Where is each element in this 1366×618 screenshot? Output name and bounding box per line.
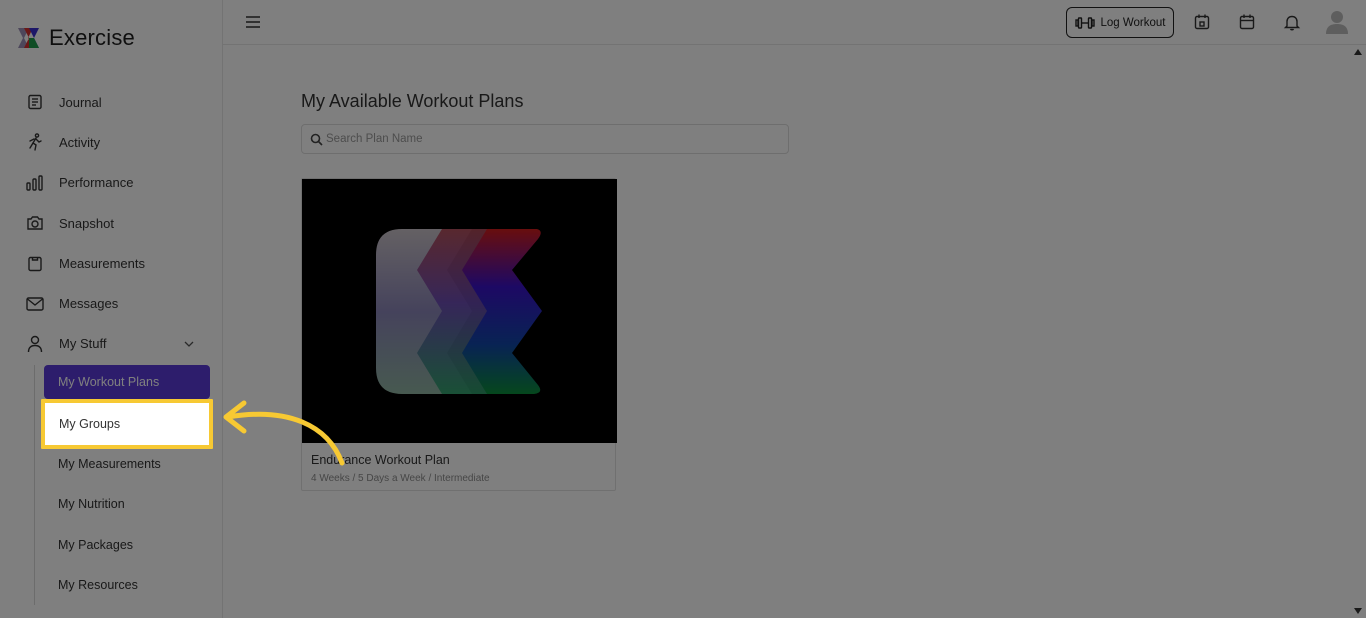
main-content: My Available Workout Plans Search Plan N…: [224, 46, 1366, 618]
search-input[interactable]: [326, 129, 776, 149]
sidebar-nav: Journal Activity Performance Snapshot Me…: [0, 82, 223, 364]
search-icon: [310, 133, 323, 146]
sidebar-subitem-my-measurements[interactable]: My Measurements: [44, 447, 210, 481]
page-title: My Available Workout Plans: [301, 91, 524, 111]
scroll-up-arrow-icon[interactable]: [1353, 48, 1363, 56]
sidebar-subitem-my-packages[interactable]: My Packages: [44, 528, 210, 562]
plan-image: [302, 179, 617, 443]
sidebar-subitem-label: My Workout Plans: [58, 375, 160, 389]
search-box: [301, 124, 789, 154]
brand-name: Exercise: [49, 25, 135, 50]
topbar: Log Workout: [223, 0, 1366, 45]
sidebar-item-snapshot[interactable]: Snapshot: [0, 203, 223, 243]
log-workout-button[interactable]: Log Workout: [1066, 7, 1174, 38]
clipboard-icon: [26, 254, 44, 272]
sidebar-subitem-label: My Nutrition: [58, 497, 125, 511]
sidebar-subitem-my-resources[interactable]: My Resources: [44, 568, 210, 602]
sidebar-item-journal[interactable]: Journal: [0, 82, 223, 122]
sidebar-subitem-label: My Groups: [59, 417, 121, 431]
camera-icon: [26, 214, 44, 232]
sidebar-subitem-my-nutrition[interactable]: My Nutrition: [44, 487, 210, 521]
sidebar-item-measurements[interactable]: Measurements: [0, 243, 223, 283]
sidebar-item-label: My Stuff: [59, 336, 107, 352]
avatar-icon[interactable]: [1326, 10, 1348, 34]
chevron-down-icon[interactable]: [183, 338, 195, 350]
sidebar-item-label: Journal: [59, 94, 102, 110]
scroll-down-arrow-icon[interactable]: [1353, 607, 1363, 615]
submenu-guide-line: [34, 365, 35, 605]
bell-icon[interactable]: [1283, 13, 1301, 31]
dumbbell-icon: [1074, 16, 1095, 29]
sidebar-item-my-stuff[interactable]: My Stuff: [0, 324, 223, 364]
exercise-logo-icon: [376, 229, 542, 394]
sidebar-item-label: Activity: [59, 134, 101, 150]
envelope-icon: [26, 295, 44, 313]
workout-plan-card[interactable]: Endurance Workout Plan 4 Weeks / 5 Days …: [301, 178, 617, 491]
log-workout-label: Log Workout: [1100, 16, 1166, 29]
sidebar-item-messages[interactable]: Messages: [0, 283, 223, 323]
running-person-icon: [26, 133, 44, 152]
sidebar-item-label: Messages: [59, 296, 119, 312]
sidebar-item-label: Performance: [59, 175, 134, 191]
plan-title: Endurance Workout Plan: [311, 453, 450, 467]
sidebar-subitem-label: My Packages: [58, 538, 134, 552]
sidebar-subitem-my-workout-plans[interactable]: My Workout Plans: [44, 365, 210, 399]
plan-meta: 4 Weeks / 5 Days a Week / Intermediate: [311, 473, 490, 484]
sidebar-item-performance[interactable]: Performance: [0, 163, 223, 203]
sidebar-subitem-label: My Measurements: [58, 457, 161, 471]
sidebar-subitem-label: My Resources: [58, 578, 138, 592]
brand[interactable]: Exercise: [15, 24, 135, 52]
sidebar-item-label: Measurements: [59, 255, 145, 271]
exercise-logo-icon: [18, 28, 39, 48]
sidebar-subitem-my-groups[interactable]: My Groups: [45, 407, 209, 441]
calendar-day-icon[interactable]: [1193, 13, 1211, 31]
sidebar: Exercise Journal Activity Performance Sn…: [0, 0, 223, 618]
menu-icon[interactable]: [245, 14, 261, 30]
journal-icon: [26, 93, 44, 111]
calendar-icon[interactable]: [1238, 13, 1256, 31]
user-icon: [26, 335, 44, 353]
sidebar-item-activity[interactable]: Activity: [0, 122, 223, 162]
sidebar-item-label: Snapshot: [59, 215, 114, 231]
bar-chart-icon: [26, 174, 44, 192]
